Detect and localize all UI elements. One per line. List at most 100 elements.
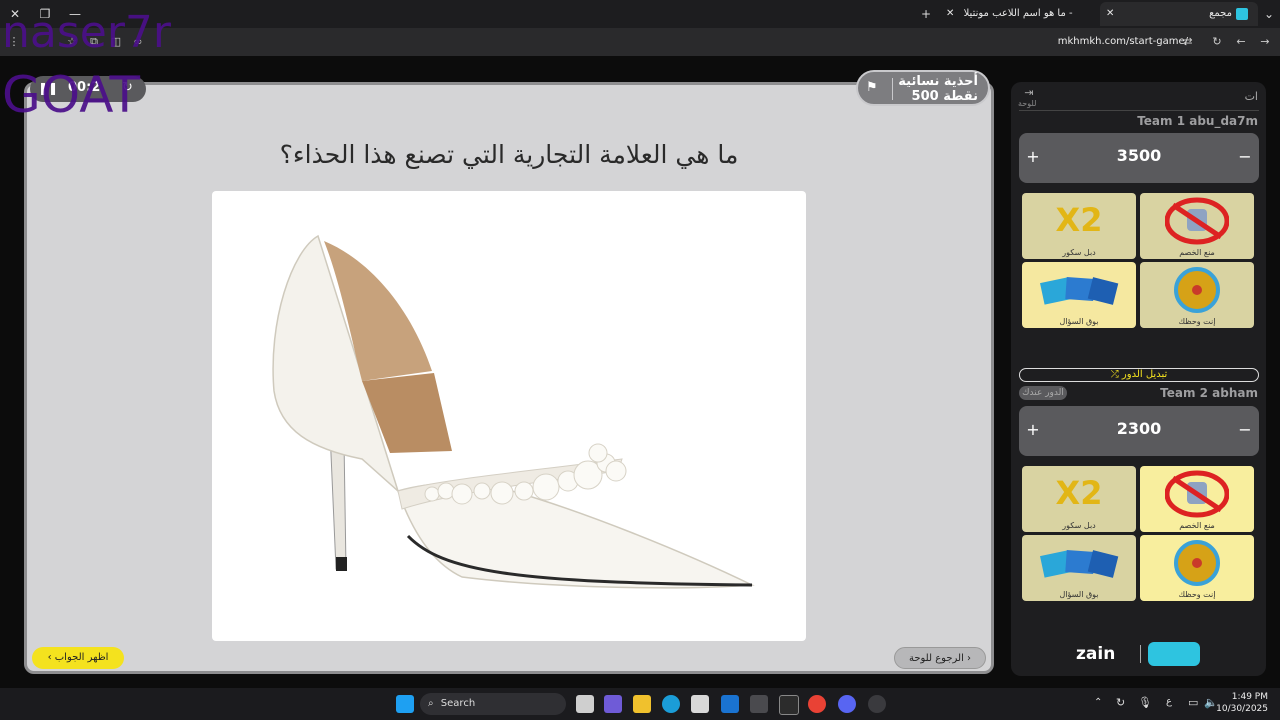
- x2-icon: X2: [1055, 201, 1103, 239]
- new-tab-icon[interactable]: +: [915, 4, 937, 24]
- flag-icon[interactable]: ⚑: [866, 80, 884, 98]
- terminal-icon[interactable]: [779, 695, 799, 715]
- switch-turn-label: تبديل الدور: [1121, 369, 1168, 380]
- start-icon[interactable]: [396, 695, 414, 713]
- panel-top-label: ات: [1244, 90, 1258, 103]
- app-icon-2[interactable]: [868, 695, 886, 713]
- logo-divider: [1140, 645, 1141, 663]
- tab-search-dropdown-icon[interactable]: ⌄: [1258, 4, 1280, 24]
- category-badge: ⚑ أحذية نسائية 500 نقطة: [856, 70, 990, 106]
- decrement-button[interactable]: −: [1235, 147, 1255, 166]
- x2-icon: X2: [1055, 474, 1103, 512]
- category-points: 500 نقطة: [911, 89, 978, 104]
- chevron-left-icon: ‹: [47, 652, 55, 663]
- team-2-name: Team 2 abham: [1160, 386, 1258, 400]
- team-1-score-box: + 3500 −: [1019, 133, 1259, 183]
- powerup-call-question[interactable]: بوق السؤال: [1022, 262, 1136, 328]
- sponsor-logos: zain: [1076, 642, 1202, 668]
- taskbar-search[interactable]: ⌕ Search: [420, 693, 566, 715]
- powerup-luck[interactable]: إنت وحظك: [1140, 535, 1254, 601]
- search-placeholder: Search: [440, 698, 476, 709]
- chevron-up-icon[interactable]: ⌃: [1094, 697, 1102, 708]
- turn-badge: الدور عندك: [1019, 386, 1067, 400]
- question-text: ما هي العلامة التجارية التي تصنع هذا الح…: [279, 140, 739, 169]
- decrement-button[interactable]: −: [1235, 420, 1255, 439]
- powerup-label: منع الخصم: [1179, 521, 1215, 530]
- discord-icon[interactable]: [838, 695, 856, 713]
- badge-divider: [892, 78, 893, 100]
- powerup-label: بوق السؤال: [1059, 317, 1099, 326]
- browser-toolbar: ⋮ ☆ ⧉ ◫ ∞ mkhmkh.com/start-game/ ⇄ ↻ ← →: [0, 28, 1280, 56]
- team-2-score: 2300: [1116, 419, 1162, 438]
- windows-taskbar: ⌕ Search ⌃ ↻ 🎙 ع ▭ 🔈 1:49 PM 10/30/2025: [0, 688, 1280, 720]
- powerup-label: إنت وحظك: [1178, 590, 1216, 599]
- powerup-double-score[interactable]: X2 دبل سكور: [1022, 193, 1136, 259]
- powerup-label: بوق السؤال: [1059, 590, 1099, 599]
- microphone-icon[interactable]: 🎙: [1138, 696, 1152, 709]
- team-1-score: 3500: [1116, 146, 1162, 165]
- show-answer-label: اظهر الجواب: [54, 652, 109, 663]
- switch-turn-button[interactable]: تبديل الدور ⤮: [1019, 368, 1259, 382]
- clock-time: 1:49 PM: [1231, 692, 1268, 702]
- wheel-icon: [1174, 267, 1220, 313]
- block-icon: [1165, 470, 1229, 518]
- overlay-text-line1: naser7r: [2, 7, 172, 58]
- show-answer-button[interactable]: ‹ اظهر الجواب: [32, 647, 124, 669]
- category-info: أحذية نسائية 500 نقطة: [898, 74, 978, 104]
- search-icon: ⌕: [428, 698, 434, 709]
- address-bar[interactable]: mkhmkh.com/start-game/: [1058, 34, 1188, 50]
- powerup-double-score[interactable]: X2 دبل سكور: [1022, 466, 1136, 532]
- swap-icon: ⤮: [1110, 369, 1119, 380]
- powerup-label: دبل سكور: [1062, 521, 1096, 530]
- powerup-block-opponent[interactable]: منع الخصم: [1140, 193, 1254, 259]
- powerup-label: منع الخصم: [1179, 248, 1215, 257]
- team-1-name: Team 1 abu_da7m: [1137, 114, 1258, 128]
- reload-icon[interactable]: ↻: [1209, 34, 1225, 50]
- sync-icon[interactable]: ↻: [1116, 696, 1125, 709]
- tab-active[interactable]: ✕ مجمع: [1100, 2, 1258, 26]
- site-logo: [1148, 642, 1200, 666]
- tab-label: مجمع: [1209, 8, 1232, 19]
- forward-icon[interactable]: ←: [1233, 34, 1249, 50]
- block-icon: [1165, 197, 1229, 245]
- powerup-call-question[interactable]: بوق السؤال: [1022, 535, 1136, 601]
- tab-close-icon[interactable]: ✕: [946, 8, 954, 19]
- panel-divider: [1019, 110, 1259, 111]
- site-favicon: [1236, 8, 1248, 20]
- tab-close-icon[interactable]: ✕: [1106, 8, 1114, 19]
- overlay-text-line2: GOAT: [2, 66, 141, 124]
- back-to-board-label: الرجوع للوحة: [908, 653, 964, 664]
- powerup-label: دبل سكور: [1062, 248, 1096, 257]
- cards-icon: [1040, 277, 1119, 305]
- shoe-illustration: [272, 234, 755, 589]
- chrome-icon[interactable]: [808, 695, 826, 713]
- chevron-right-icon: ›: [967, 653, 972, 664]
- language-icon[interactable]: ع: [1166, 696, 1172, 707]
- back-to-board-button[interactable]: الرجوع للوحة ›: [894, 647, 986, 669]
- category-name: أحذية نسائية: [898, 74, 978, 89]
- browser-tab-strip: ✕ ❐ — ✕ ما هو اسم اللاعب مونتيلا - earch…: [0, 0, 1280, 43]
- exit-icon[interactable]: ⇥: [1020, 86, 1038, 99]
- outlook-icon[interactable]: [721, 695, 739, 713]
- wheel-icon: [1174, 540, 1220, 586]
- back-icon[interactable]: →: [1257, 34, 1273, 50]
- powerup-label: إنت وحظك: [1178, 317, 1216, 326]
- zain-logo: zain: [1076, 644, 1116, 664]
- store-icon[interactable]: [691, 695, 709, 713]
- cards-icon: [1040, 550, 1119, 578]
- system-clock[interactable]: 1:49 PM 10/30/2025: [1216, 691, 1268, 715]
- file-explorer-icon[interactable]: [633, 695, 651, 713]
- edge-icon[interactable]: [662, 695, 680, 713]
- task-view-icon[interactable]: [576, 695, 594, 713]
- team-2-score-box: + 2300 −: [1019, 406, 1259, 456]
- copilot-icon[interactable]: [604, 695, 622, 713]
- network-icon[interactable]: ▭: [1188, 696, 1198, 709]
- powerup-luck[interactable]: إنت وحظك: [1140, 262, 1254, 328]
- clock-date: 10/30/2025: [1216, 704, 1268, 714]
- question-image: [212, 191, 806, 641]
- app-icon[interactable]: [750, 695, 768, 713]
- powerup-block-opponent[interactable]: منع الخصم: [1140, 466, 1254, 532]
- site-settings-icon[interactable]: ⇄: [1180, 34, 1196, 50]
- tab-search[interactable]: ✕ ما هو اسم اللاعب مونتيلا - earch: [942, 2, 1098, 43]
- exit-label: للوحة: [1018, 99, 1037, 108]
